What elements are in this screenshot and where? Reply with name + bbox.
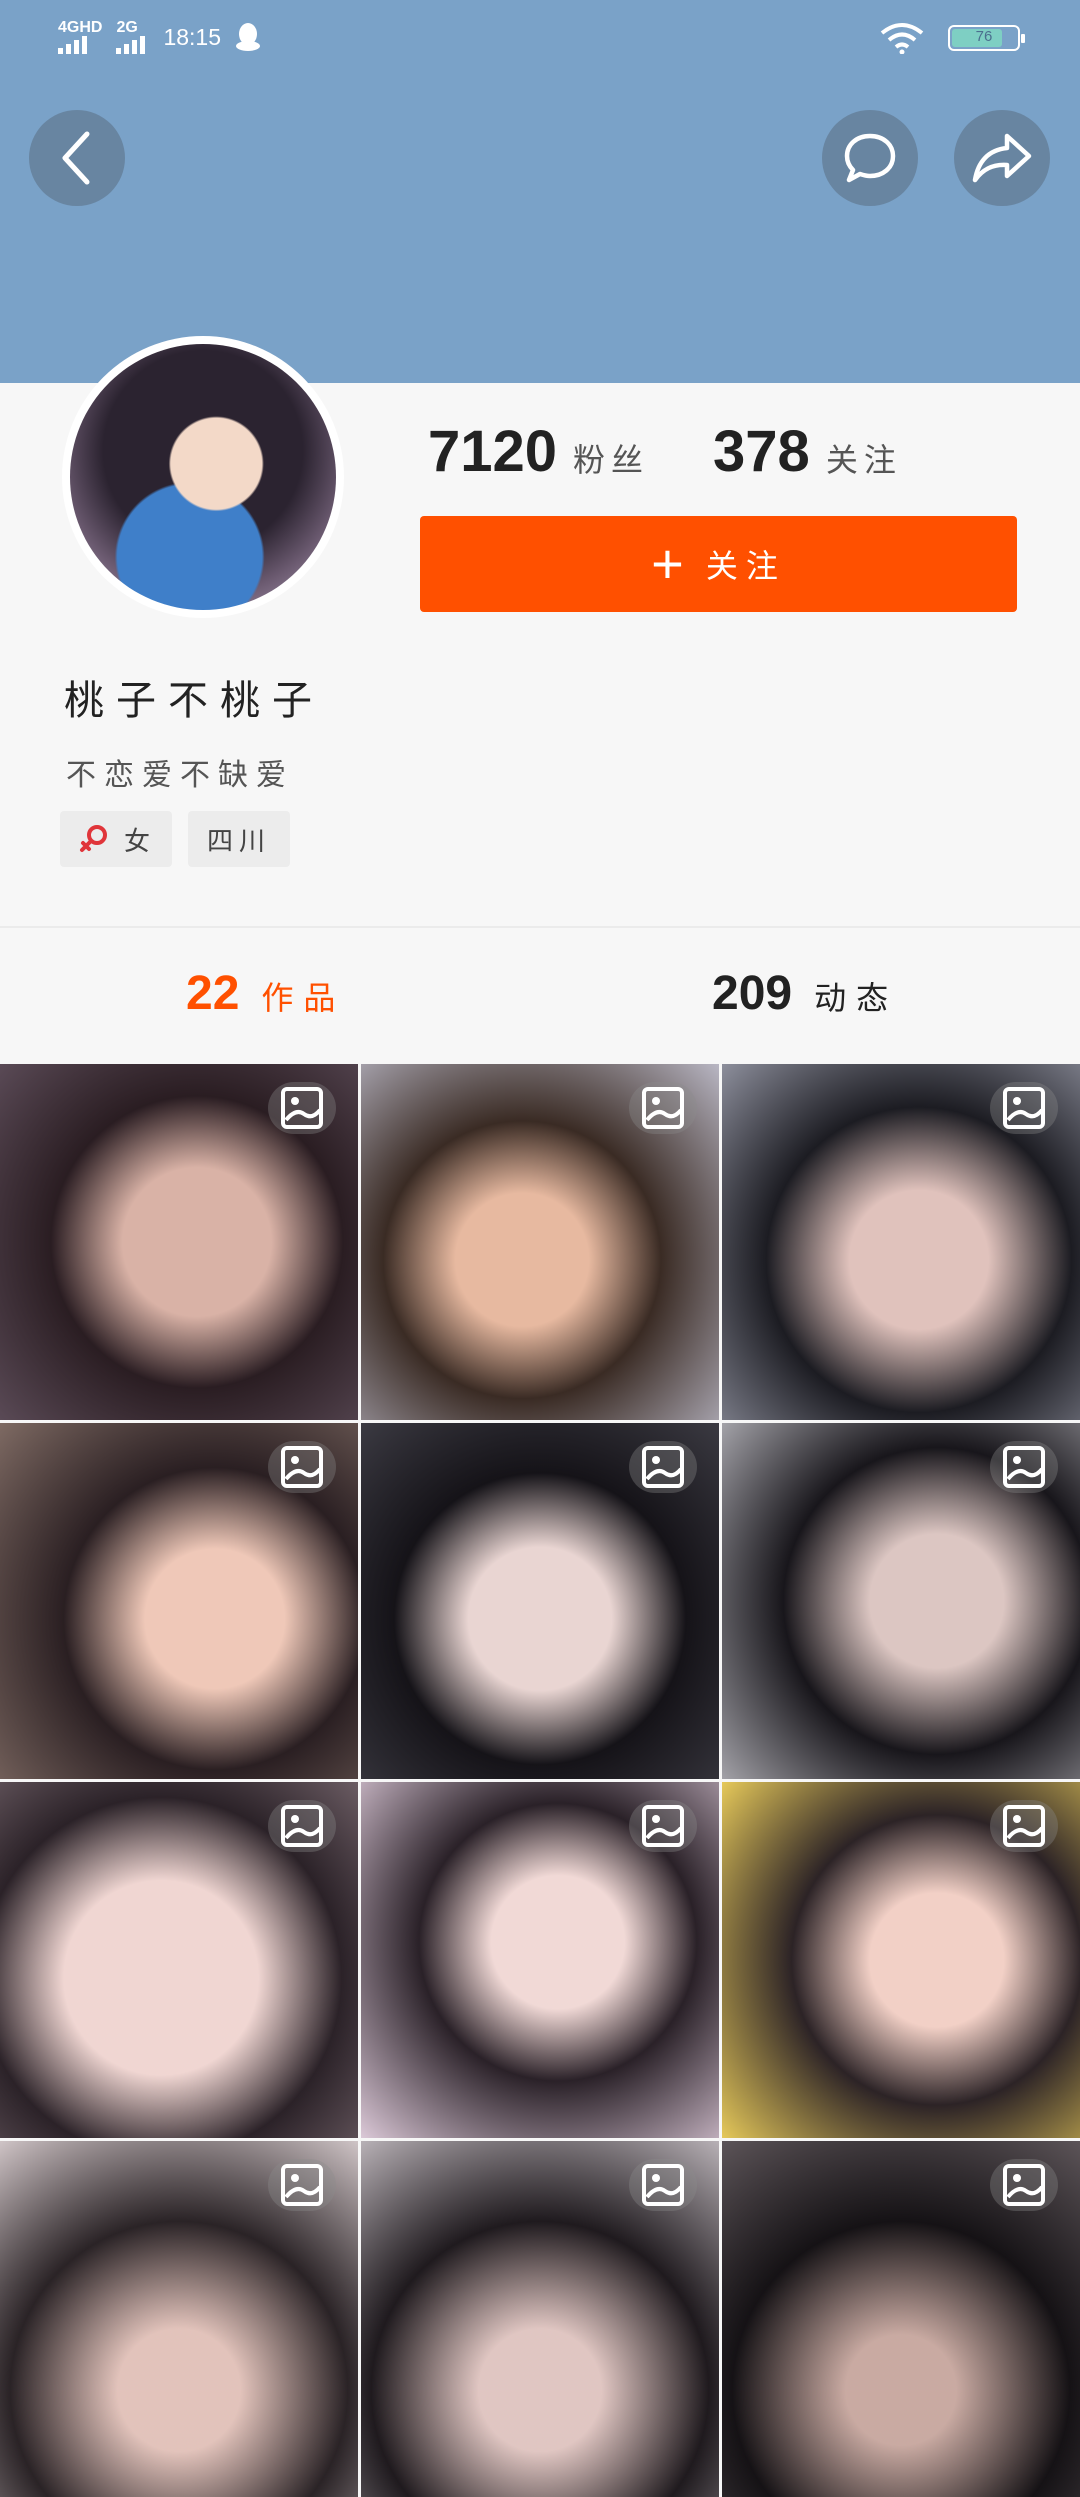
profile-stats: 7120 粉丝 378 关注: [428, 418, 902, 485]
avatar-image: [70, 344, 336, 610]
grid-item[interactable]: [0, 1423, 358, 1779]
grid-item[interactable]: [722, 1782, 1080, 2138]
chevron-left-icon: [62, 131, 90, 185]
grid-item[interactable]: [361, 1423, 719, 1779]
status-left: 4GHD 2G 18:15: [58, 20, 261, 54]
grid-item[interactable]: [0, 2141, 358, 2497]
status-right: 76: [880, 22, 1025, 54]
image-post-icon: [629, 1082, 697, 1134]
image-post-icon: [268, 1800, 336, 1852]
network-type-2: 2G: [116, 19, 138, 36]
signal-1: 4GHD: [58, 20, 102, 54]
tab-works[interactable]: 22 作品: [186, 966, 345, 1021]
back-button[interactable]: [29, 110, 125, 206]
follow-button[interactable]: + 关注: [420, 516, 1017, 612]
wifi-icon: [880, 23, 924, 54]
works-count: 22: [186, 967, 240, 1020]
image-post-icon: [629, 1441, 697, 1493]
bio: 不恋爱不缺爱: [66, 759, 294, 792]
region-tag: 四川: [188, 811, 290, 867]
qq-penguin-icon: [236, 23, 261, 51]
image-post-icon: [629, 2159, 697, 2211]
grid-item[interactable]: [0, 1782, 358, 2138]
follow-button-label: 关注: [705, 548, 786, 584]
signal-bars-icon: [116, 36, 146, 54]
grid-item[interactable]: [722, 1423, 1080, 1779]
image-post-icon: [268, 1441, 336, 1493]
followers-count[interactable]: 7120: [428, 418, 557, 485]
tab-moments[interactable]: 209 动态: [712, 966, 898, 1021]
grid-item[interactable]: [722, 2141, 1080, 2497]
battery-level: 76: [975, 28, 993, 45]
region-label: 四川: [206, 825, 271, 856]
gender-tag: 女: [60, 811, 172, 867]
female-symbol-icon: [80, 825, 107, 852]
share-button[interactable]: [954, 110, 1050, 206]
battery-icon: 76: [948, 25, 1025, 51]
grid-item[interactable]: [361, 1782, 719, 2138]
image-post-icon: [629, 1800, 697, 1852]
grid-item[interactable]: [722, 1064, 1080, 1420]
moments-label: 动态: [814, 980, 899, 1016]
image-post-icon: [990, 1800, 1058, 1852]
works-label: 作品: [261, 980, 346, 1016]
following-count[interactable]: 378: [713, 418, 810, 485]
plus-icon: +: [651, 532, 684, 595]
signal-bars-icon: [58, 36, 87, 54]
works-grid: [0, 1064, 1080, 2497]
image-post-icon: [268, 2159, 336, 2211]
status-bar: 4GHD 2G 18:15 76: [0, 0, 1080, 80]
gender-label: 女: [124, 825, 157, 856]
username: 桃子不桃子: [64, 679, 324, 723]
chat-bubble-icon: [844, 133, 896, 183]
grid-item[interactable]: [361, 2141, 719, 2497]
image-post-icon: [990, 1441, 1058, 1493]
message-button[interactable]: [822, 110, 918, 206]
image-post-icon: [990, 1082, 1058, 1134]
image-post-icon: [268, 1082, 336, 1134]
followers-label[interactable]: 粉丝: [573, 435, 649, 481]
following-label[interactable]: 关注: [826, 435, 902, 481]
share-arrow-icon: [972, 133, 1032, 183]
status-time: 18:15: [163, 23, 222, 50]
grid-item[interactable]: [361, 1064, 719, 1420]
avatar[interactable]: [62, 336, 344, 618]
moments-count: 209: [712, 967, 793, 1020]
signal-2: 2G: [116, 19, 146, 54]
grid-item[interactable]: [0, 1064, 358, 1420]
divider: [0, 926, 1080, 928]
network-type-1: 4GHD: [58, 19, 103, 36]
image-post-icon: [990, 2159, 1058, 2211]
